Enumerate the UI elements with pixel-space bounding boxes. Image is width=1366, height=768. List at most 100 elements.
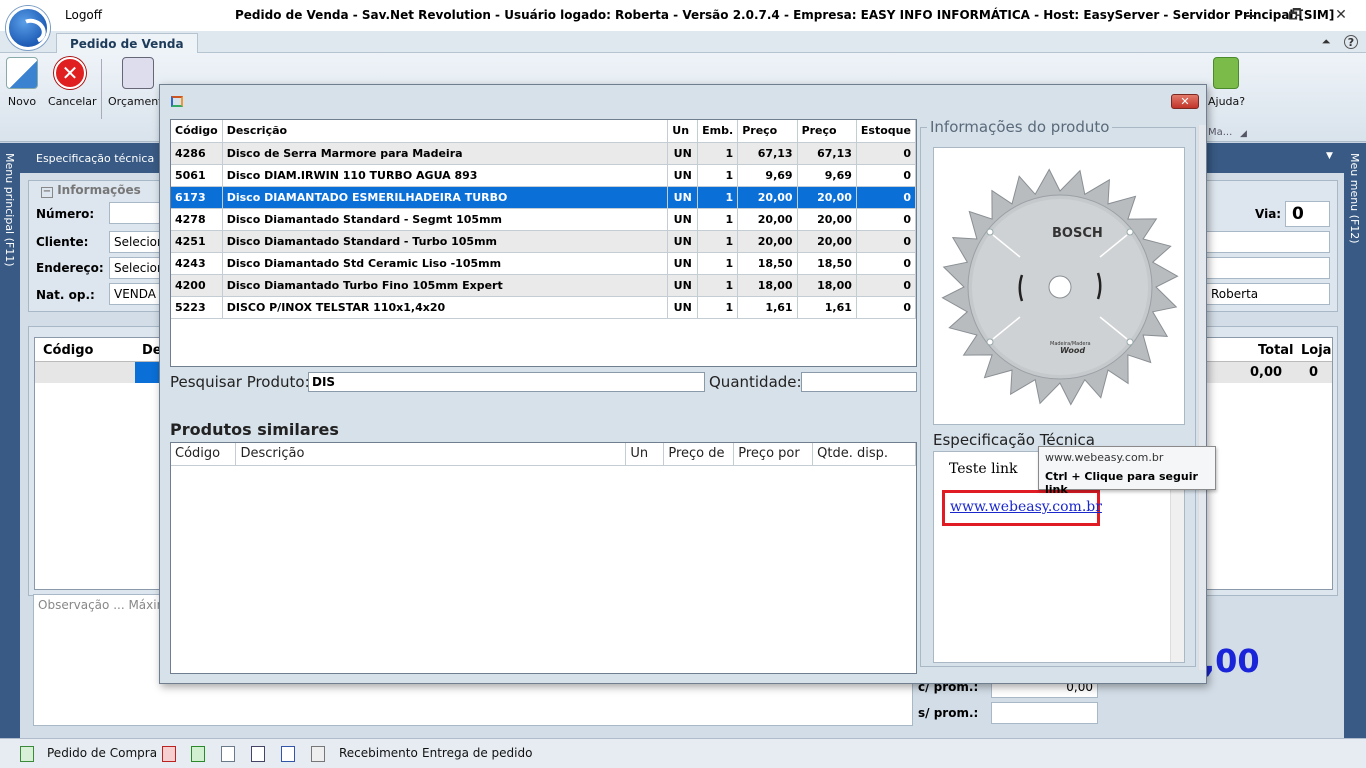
cell-estoque[interactable]: 0 <box>856 208 917 231</box>
meu-menu-label[interactable]: Meu menu (F12) <box>1348 153 1361 244</box>
cell-preco-2[interactable]: 20,00 <box>797 230 857 253</box>
help-icon[interactable]: ? <box>1344 35 1358 49</box>
header-preco[interactable]: Preço <box>737 120 798 143</box>
cell-estoque[interactable]: 0 <box>856 230 917 253</box>
orcamento-button[interactable]: Orçament <box>108 57 163 108</box>
cell-emb[interactable]: 1 <box>697 208 739 231</box>
info-legend[interactable]: − Informações <box>39 183 143 198</box>
vendedor-field[interactable]: Roberta <box>1206 283 1330 305</box>
cell-descricao[interactable]: Disco DIAM.IRWIN 110 TURBO AGUA 893 <box>222 164 669 187</box>
items-header-loja[interactable]: Loja <box>1301 343 1331 358</box>
pesquisar-produto-input[interactable]: DIS <box>308 372 705 392</box>
natop-field[interactable]: VENDA S <box>109 283 161 305</box>
product-row[interactable]: 6173 Disco DIAMANTADO ESMERILHADEIRA TURB… <box>171 186 917 209</box>
cell-descricao[interactable]: Disco DIAMANTADO ESMERILHADEIRA TURBO <box>222 186 669 209</box>
quantidade-input[interactable] <box>801 372 917 392</box>
cell-un[interactable]: UN <box>667 252 699 275</box>
report-red-icon[interactable] <box>162 746 176 762</box>
product-row[interactable]: 4278 Disco Diamantado Standard - Segmt 10… <box>171 208 917 231</box>
cell-codigo[interactable]: 4200 <box>171 274 223 297</box>
product-row[interactable]: 4286 Disco de Serra Marmore para Madeira U… <box>171 142 917 165</box>
similar-header-codigo[interactable]: Código <box>171 443 237 466</box>
similar-header-descricao[interactable]: Descrição <box>235 443 627 466</box>
cell-emb[interactable]: 1 <box>697 186 739 209</box>
side-menu-right[interactable]: Meu menu (F12) <box>1344 143 1366 738</box>
endereco-extra-field[interactable] <box>1206 257 1330 279</box>
cell-un[interactable]: UN <box>667 208 699 231</box>
cell-estoque[interactable]: 0 <box>856 274 917 297</box>
cell-codigo[interactable]: 5061 <box>171 164 223 187</box>
cell-emb[interactable]: 1 <box>697 142 739 165</box>
ajuda-button[interactable]: Ajuda? <box>1208 57 1245 108</box>
cell-un[interactable]: UN <box>667 296 699 319</box>
items-header-total[interactable]: Total <box>1258 343 1294 358</box>
cell-preco[interactable]: 18,50 <box>737 252 798 275</box>
cell-preco-2[interactable]: 1,61 <box>797 296 857 319</box>
cell-un[interactable]: UN <box>667 186 699 209</box>
cell-preco-2[interactable]: 18,50 <box>797 252 857 275</box>
print-preview-icon[interactable] <box>281 746 295 762</box>
novo-button[interactable]: Novo <box>6 57 38 108</box>
pedido-compra-icon[interactable] <box>20 746 34 762</box>
cell-descricao[interactable]: Disco Diamantado Std Ceramic Liso -105mm <box>222 252 669 275</box>
tab-pedido-de-venda[interactable]: Pedido de Venda <box>56 33 198 54</box>
cell-codigo[interactable]: 4278 <box>171 208 223 231</box>
cell-preco[interactable]: 20,00 <box>737 230 798 253</box>
similar-header-preco-de[interactable]: Preço de <box>663 443 735 466</box>
cell-estoque[interactable]: 0 <box>856 252 917 275</box>
cell-preco-2[interactable]: 67,13 <box>797 142 857 165</box>
cell-estoque[interactable]: 0 <box>856 142 917 165</box>
header-un[interactable]: Un <box>667 120 699 143</box>
word-doc-icon[interactable] <box>251 746 265 762</box>
cell-descricao[interactable]: Disco Diamantado Turbo Fino 105mm Expert <box>222 274 669 297</box>
pedido-compra-link[interactable]: Pedido de Compra <box>47 746 157 760</box>
cell-preco[interactable]: 20,00 <box>737 208 798 231</box>
product-row[interactable]: 5223 DISCO P/INOX TELSTAR 110x1,4x20 UN 1 1,… <box>171 296 917 319</box>
items-row-selected-cell[interactable] <box>135 362 161 383</box>
header-preco-2[interactable]: Preço <box>797 120 857 143</box>
close-window-button[interactable]: ✕ <box>1331 6 1351 24</box>
header-emb[interactable]: Emb. <box>697 120 739 143</box>
cell-un[interactable]: UN <box>667 164 699 187</box>
cell-descricao[interactable]: Disco de Serra Marmore para Madeira <box>222 142 669 165</box>
cell-un[interactable]: UN <box>667 230 699 253</box>
logoff-link[interactable]: Logoff <box>65 8 102 22</box>
header-estoque[interactable]: Estoque <box>856 120 917 143</box>
minimize-button[interactable]: 🗕 <box>1240 6 1260 24</box>
menu-principal-label[interactable]: Menu principal (F11) <box>3 153 16 267</box>
cell-un[interactable]: UN <box>667 142 699 165</box>
recebimento-icon[interactable] <box>311 746 325 762</box>
document-icon[interactable] <box>221 746 235 762</box>
app-logo-icon[interactable] <box>6 6 50 50</box>
collapse-ribbon-icon[interactable]: ⏶ <box>1318 35 1334 49</box>
cell-un[interactable]: UN <box>667 274 699 297</box>
cell-codigo[interactable]: 5223 <box>171 296 223 319</box>
cell-preco[interactable]: 20,00 <box>737 186 798 209</box>
report-green-icon[interactable] <box>191 746 205 762</box>
cell-emb[interactable]: 1 <box>697 164 739 187</box>
header-codigo[interactable]: Código <box>171 120 223 143</box>
cell-estoque[interactable]: 0 <box>856 186 917 209</box>
numero-field[interactable] <box>109 202 161 224</box>
cell-preco[interactable]: 18,00 <box>737 274 798 297</box>
endereco-field[interactable]: Selecion <box>109 257 161 279</box>
spec-header-arrow-icon[interactable]: ▼ <box>1326 151 1333 161</box>
similar-header-preco-por[interactable]: Preço por <box>733 443 814 466</box>
cell-codigo[interactable]: 4251 <box>171 230 223 253</box>
product-row[interactable]: 5061 Disco DIAM.IRWIN 110 TURBO AGUA 893 U… <box>171 164 917 187</box>
items-header-codigo[interactable]: Código <box>43 343 93 358</box>
sprom-field[interactable] <box>991 702 1098 724</box>
cell-emb[interactable]: 1 <box>697 274 739 297</box>
cell-preco[interactable]: 67,13 <box>737 142 798 165</box>
product-row[interactable]: 4251 Disco Diamantado Standard - Turbo 10… <box>171 230 917 253</box>
cliente-field[interactable]: Selecion <box>109 231 161 253</box>
entrega-pedido-link[interactable]: Entrega de pedido <box>422 746 532 760</box>
cell-preco-2[interactable]: 20,00 <box>797 208 857 231</box>
cell-preco-2[interactable]: 9,69 <box>797 164 857 187</box>
dialog-scrollbar[interactable] <box>1198 125 1206 670</box>
product-grid[interactable]: Código Descrição Un Emb. Preço Preço Est… <box>170 119 917 367</box>
cell-codigo[interactable]: 6173 <box>171 186 223 209</box>
cell-estoque[interactable]: 0 <box>856 164 917 187</box>
cell-emb[interactable]: 1 <box>697 252 739 275</box>
side-menu-left[interactable]: Menu principal (F11) <box>0 143 20 738</box>
